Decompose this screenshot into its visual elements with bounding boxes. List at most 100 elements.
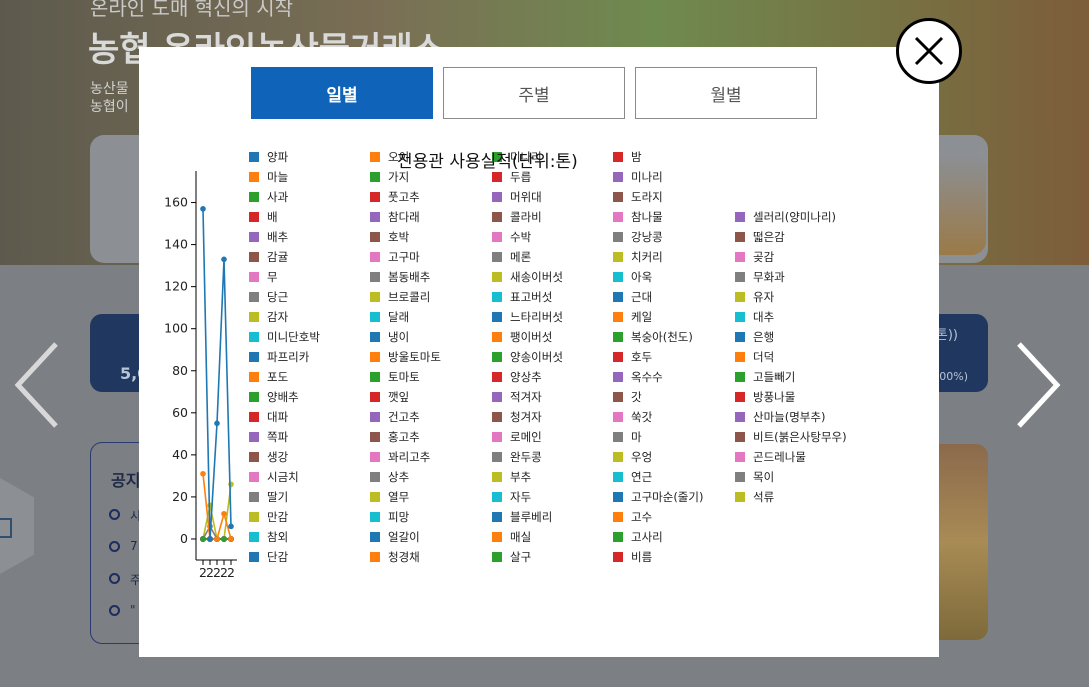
legend-item[interactable]: 건고추 (370, 409, 420, 425)
legend-item[interactable]: 파프리카 (249, 349, 309, 365)
legend-item[interactable]: 곶감 (735, 249, 774, 265)
legend-item[interactable]: 방울토마토 (370, 349, 441, 365)
legend-item[interactable]: 고들빼기 (735, 369, 795, 385)
legend-item[interactable]: 포도 (249, 369, 288, 385)
legend-item[interactable]: 완두콩 (492, 449, 542, 465)
legend-item[interactable]: 토마토 (370, 369, 420, 385)
notice-item[interactable]: 7. (109, 539, 141, 571)
legend-item[interactable]: 머위대 (492, 189, 542, 205)
legend-item[interactable]: 양상추 (492, 369, 542, 385)
legend-item[interactable]: 셀러리(양미나리) (735, 209, 836, 225)
legend-item[interactable]: 블루베리 (492, 509, 552, 525)
legend-item[interactable]: 무화과 (735, 269, 785, 285)
legend-item[interactable]: 청경채 (370, 549, 420, 565)
legend-item[interactable]: 딸기 (249, 489, 288, 505)
legend-item[interactable]: 배추 (249, 229, 288, 245)
legend-item[interactable]: 열무 (370, 489, 409, 505)
legend-item[interactable]: 양송이버섯 (492, 349, 563, 365)
legend-item[interactable]: 호두 (613, 349, 652, 365)
notice-item[interactable]: " (109, 603, 141, 635)
tab-monthly[interactable]: 월별 (635, 67, 817, 119)
legend-item[interactable]: 밤 (613, 149, 642, 165)
legend-item[interactable]: 무 (249, 269, 278, 285)
legend-item[interactable]: 수박 (492, 229, 531, 245)
legend-item[interactable]: 우엉 (613, 449, 652, 465)
legend-item[interactable]: 매실 (492, 529, 531, 545)
legend-item[interactable]: 고수 (613, 509, 652, 525)
legend-item[interactable]: 생강 (249, 449, 288, 465)
legend-item[interactable]: 당근 (249, 289, 288, 305)
legend-item[interactable]: 방풍나물 (735, 389, 795, 405)
legend-item[interactable]: 양배추 (249, 389, 299, 405)
legend-item[interactable]: 아욱 (613, 269, 652, 285)
legend-item[interactable]: 브로콜리 (370, 289, 430, 305)
legend-item[interactable]: 고사리 (613, 529, 663, 545)
legend-item[interactable]: 참다래 (370, 209, 420, 225)
legend-item[interactable]: 고구마순(줄기) (613, 489, 703, 505)
legend-item[interactable]: 고구마 (370, 249, 420, 265)
legend-item[interactable]: 쑥갓 (613, 409, 652, 425)
legend-item[interactable]: 냉이 (370, 329, 409, 345)
legend-item[interactable]: 대파 (249, 409, 288, 425)
legend-item[interactable]: 도라지 (613, 189, 663, 205)
legend-item[interactable]: 홍고추 (370, 429, 420, 445)
legend-item[interactable]: 유자 (735, 289, 774, 305)
legend-item[interactable]: 팽이버섯 (492, 329, 552, 345)
legend-item[interactable]: 새송이버섯 (492, 269, 563, 285)
legend-item[interactable]: 살구 (492, 549, 531, 565)
legend-item[interactable]: 마 (613, 429, 642, 445)
legend-item[interactable]: 로메인 (492, 429, 542, 445)
legend-item[interactable]: 석류 (735, 489, 774, 505)
legend-item[interactable]: 청겨자 (492, 409, 542, 425)
legend-item[interactable]: 더덕 (735, 349, 774, 365)
legend-item[interactable]: 비름 (613, 549, 652, 565)
legend-item[interactable]: 꽈리고추 (370, 449, 430, 465)
legend-item[interactable]: 떫은감 (735, 229, 785, 245)
legend-item[interactable]: 메론 (492, 249, 531, 265)
legend-item[interactable]: 치커리 (613, 249, 663, 265)
legend-item[interactable]: 복숭아(천도) (613, 329, 693, 345)
notice-item[interactable]: 주 (109, 571, 141, 603)
legend-item[interactable]: 피망 (370, 509, 409, 525)
legend-item[interactable]: 근대 (613, 289, 652, 305)
legend-item[interactable]: 만감 (249, 509, 288, 525)
legend-item[interactable]: 목이 (735, 469, 774, 485)
close-button[interactable] (896, 18, 962, 84)
tab-weekly[interactable]: 주별 (443, 67, 625, 119)
legend-item[interactable]: 마늘 (249, 169, 288, 185)
legend-item[interactable]: 양파 (249, 149, 288, 165)
legend-item[interactable]: 표고버섯 (492, 289, 552, 305)
legend-item[interactable]: 콜라비 (492, 209, 542, 225)
legend-item[interactable]: 갓 (613, 389, 642, 405)
legend-item[interactable]: 대추 (735, 309, 774, 325)
legend-item[interactable]: 비트(붉은사탕무우) (735, 429, 847, 445)
legend-item[interactable]: 부추 (492, 469, 531, 485)
legend-item[interactable]: 사과 (249, 189, 288, 205)
legend-item[interactable]: 느타리버섯 (492, 309, 563, 325)
tab-daily[interactable]: 일별 (251, 67, 433, 119)
legend-item[interactable]: 미나리 (613, 169, 663, 185)
legend-item[interactable]: 연근 (613, 469, 652, 485)
legend-item[interactable]: 적겨자 (492, 389, 542, 405)
legend-item[interactable]: 상추 (370, 469, 409, 485)
legend-item[interactable]: 옥수수 (613, 369, 663, 385)
legend-item[interactable]: 호박 (370, 229, 409, 245)
legend-item[interactable]: 강낭콩 (613, 229, 663, 245)
legend-item[interactable]: 배 (249, 209, 278, 225)
legend-item[interactable]: 케일 (613, 309, 652, 325)
legend-item[interactable]: 쪽파 (249, 429, 288, 445)
legend-item[interactable]: 산마늘(명부추) (735, 409, 825, 425)
legend-item[interactable]: 참나물 (613, 209, 663, 225)
legend-item[interactable]: 풋고추 (370, 189, 420, 205)
legend-item[interactable]: 미니단호박 (249, 329, 320, 345)
legend-item[interactable]: 참외 (249, 529, 288, 545)
legend-item[interactable]: 시금치 (249, 469, 299, 485)
legend-item[interactable]: 곤드레나물 (735, 449, 806, 465)
legend-item[interactable]: 단감 (249, 549, 288, 565)
legend-item[interactable]: 은행 (735, 329, 774, 345)
legend-item[interactable]: 봄동배추 (370, 269, 430, 285)
legend-item[interactable]: 감귤 (249, 249, 288, 265)
legend-item[interactable]: 얼갈이 (370, 529, 420, 545)
prev-arrow-icon[interactable] (12, 340, 62, 430)
notice-item[interactable]: 시 (109, 507, 141, 539)
